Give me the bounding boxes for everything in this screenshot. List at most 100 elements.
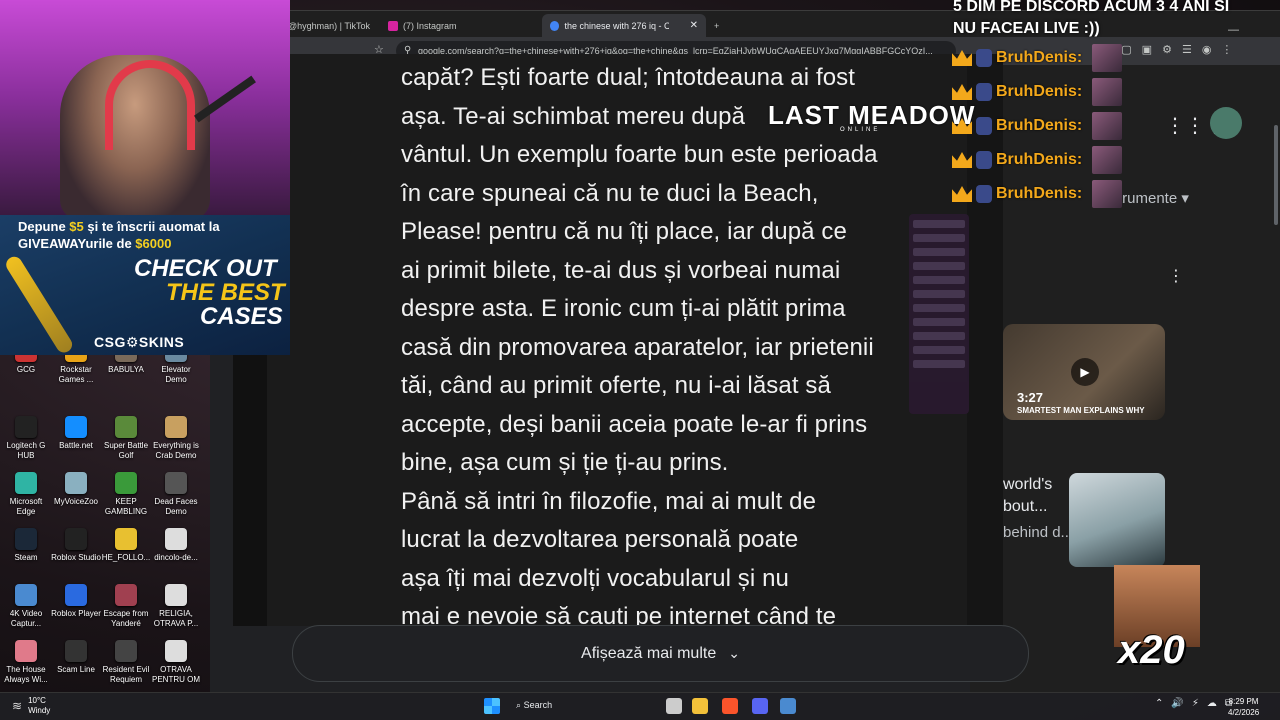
desktop-icon[interactable]: MyVoiceZoo	[50, 472, 102, 507]
desktop-icon[interactable]: Dead Faces Demo	[150, 472, 202, 517]
ad-headline: Depune $5 și te înscrii auomat la GIVEAW…	[18, 219, 220, 251]
brave-icon[interactable]	[722, 698, 738, 714]
tab-label: @hyghman) | TikTok	[288, 20, 371, 31]
scrollbar[interactable]	[1274, 125, 1278, 225]
desktop-icon[interactable]: OTRAVA PENTRU OM	[150, 640, 202, 685]
app-icon	[65, 528, 87, 550]
desktop-icon-label: Dead Faces Demo	[154, 497, 198, 516]
essay-line: Please! pentru că nu îți place, iar după…	[401, 218, 847, 245]
tray-overflow-icon[interactable]: ⌃	[1155, 698, 1163, 709]
power-icon[interactable]: ⚡	[1192, 698, 1199, 709]
desktop-icon-label: MyVoiceZoo	[53, 497, 99, 506]
headset	[105, 60, 195, 150]
show-more-button[interactable]: Afișează mai multe ⌄	[292, 625, 1029, 682]
sidebar-icon[interactable]: ▢	[1121, 43, 1131, 56]
desktop-icon[interactable]: The House Always Wi...	[0, 640, 52, 685]
desktop-icon[interactable]: Microsoft Edge	[0, 472, 52, 517]
essay-line: ai primit bilete, te-ai dus și vorbeai n…	[401, 256, 841, 284]
kebab-menu-icon[interactable]: ⋮	[1221, 43, 1232, 56]
desktop-icon[interactable]: dincolo-de...	[150, 528, 202, 563]
result-thumbnail[interactable]	[1069, 473, 1165, 567]
app-icon	[65, 584, 87, 606]
desktop-icon-label: Rockstar Games ...	[58, 365, 94, 384]
knife-graphic	[3, 253, 76, 355]
essay-line: în care spuneai că nu te duci la Beach,	[401, 179, 819, 207]
system-tray: ⌃ 🔊 ⚡ ☁ ⧉	[1155, 698, 1232, 709]
desktop-icon[interactable]: Super Battle Golf	[100, 416, 152, 461]
settings-icon[interactable]: ⚙	[1162, 43, 1172, 56]
tab-close-icon[interactable]: ✕	[690, 20, 698, 31]
discord-icon[interactable]	[752, 698, 768, 714]
app-icon	[15, 472, 37, 494]
ad-cta-line3: CASES	[200, 303, 283, 330]
desktop-icon[interactable]: Resident Evil Requiem	[100, 640, 152, 685]
chat-avatar	[1092, 180, 1123, 208]
new-tab-button[interactable]: +	[706, 14, 727, 37]
app-icon	[115, 528, 137, 550]
desktop-icon[interactable]: Roblox Studio	[50, 528, 102, 563]
essay-line: tăi, când au primit oferte, nu i-ai lăsa…	[401, 372, 831, 399]
video-result-thumbnail[interactable]: ▶ 3:27 SMARTEST MAN EXPLAINS WHY	[1003, 324, 1165, 420]
chevron-down-icon: ⌄	[728, 645, 740, 661]
clock-date: 4/2/2026	[1228, 708, 1260, 717]
instagram-icon	[388, 20, 398, 31]
play-icon: ▶	[1071, 358, 1099, 386]
desktop-icon[interactable]: Scam Line	[50, 640, 102, 675]
search-label: Search	[523, 700, 553, 710]
desktop-icon[interactable]: Roblox Player	[50, 584, 102, 619]
clock[interactable]: 8:29 PM 4/2/2026	[1228, 696, 1259, 718]
last-meadow-subtitle: ONLINE	[840, 127, 881, 133]
google-icon	[550, 20, 560, 31]
image-viewer: capăt? Ești foarte dual; întotdeauna ai …	[233, 54, 1003, 626]
more-options-icon[interactable]: ⋮	[1168, 266, 1184, 286]
app-icon	[115, 472, 137, 494]
app-icon	[165, 584, 187, 606]
task-view-icon[interactable]	[666, 698, 682, 714]
wallet-icon[interactable]: ▣	[1142, 43, 1152, 56]
desktop-icon[interactable]: 4K Video Captur...	[0, 584, 52, 629]
app-icon	[15, 584, 37, 606]
essay-line: Până să intri în filozofie, mai ai mult …	[401, 487, 817, 515]
tools-button[interactable]: trumente ▾	[1118, 189, 1189, 207]
app-icon	[15, 416, 37, 438]
file-explorer-icon[interactable]	[692, 698, 708, 714]
clock-time: 8:29 PM	[1228, 697, 1259, 706]
ad-brand-logo: CSG⚙SKINS	[94, 334, 185, 350]
video-caption: SMARTEST MAN EXPLAINS WHY	[1017, 406, 1145, 415]
chat-message: BruhDenis:	[952, 112, 1123, 140]
tab-tiktok[interactable]: @hyghman) | TikTok	[280, 14, 378, 37]
notepad-icon[interactable]	[780, 698, 796, 714]
desktop-icon-label: Everything is Crab Demo	[153, 441, 199, 460]
desktop-icon[interactable]: Steam	[0, 528, 52, 563]
essay-line: lucrat la dezvoltarea personală poate	[401, 526, 799, 553]
profile-icon[interactable]: ◉	[1202, 43, 1212, 56]
bot-badge-icon	[976, 117, 992, 135]
result-title[interactable]: world's bout...	[1003, 474, 1063, 518]
desktop-icon-label: Battle.net	[59, 441, 93, 450]
chat-avatar	[1092, 146, 1123, 174]
tab-instagram[interactable]: (7) Instagram	[380, 14, 465, 37]
chat-username: BruhDenis:	[996, 49, 1083, 66]
desktop-icon[interactable]: KEEP GAMBLING	[100, 472, 152, 517]
desktop-icon[interactable]: Everything is Crab Demo	[150, 416, 202, 461]
chat-message: BruhDenis:	[952, 146, 1123, 174]
menu-icon[interactable]: ☰	[1182, 43, 1192, 56]
app-icon	[115, 584, 137, 606]
desktop-icon[interactable]: Logitech G HUB	[0, 416, 52, 461]
taskbar-search[interactable]: ⌕ Search	[516, 700, 552, 711]
desktop-icon-label: Escape from Yanderé	[103, 609, 149, 628]
desktop-icon[interactable]: HE_FOLLO...	[100, 528, 152, 563]
volume-icon[interactable]: 🔊	[1171, 698, 1183, 709]
minimize-icon[interactable]: —	[1228, 24, 1239, 36]
desktop-icon-label: RELIGIA, OTRAVA P...	[153, 609, 199, 628]
desktop-icon[interactable]: Escape from Yanderé	[100, 584, 152, 629]
account-avatar[interactable]	[1210, 107, 1242, 139]
weather-widget[interactable]: ≋ 10°C Windy	[12, 696, 50, 716]
start-button[interactable]	[484, 698, 500, 714]
tab-google-search[interactable]: the chinese with 276 iq - Căutare ✕	[542, 14, 706, 37]
extension-icons: ♫ ▢ ▣ ⚙ ☰ ◉ ⋮	[1103, 43, 1232, 56]
desktop-icon[interactable]: Battle.net	[50, 416, 102, 451]
tools-label: trumente	[1118, 190, 1178, 207]
desktop-icon[interactable]: RELIGIA, OTRAVA P...	[150, 584, 202, 629]
cloud-icon[interactable]: ☁	[1207, 698, 1217, 709]
